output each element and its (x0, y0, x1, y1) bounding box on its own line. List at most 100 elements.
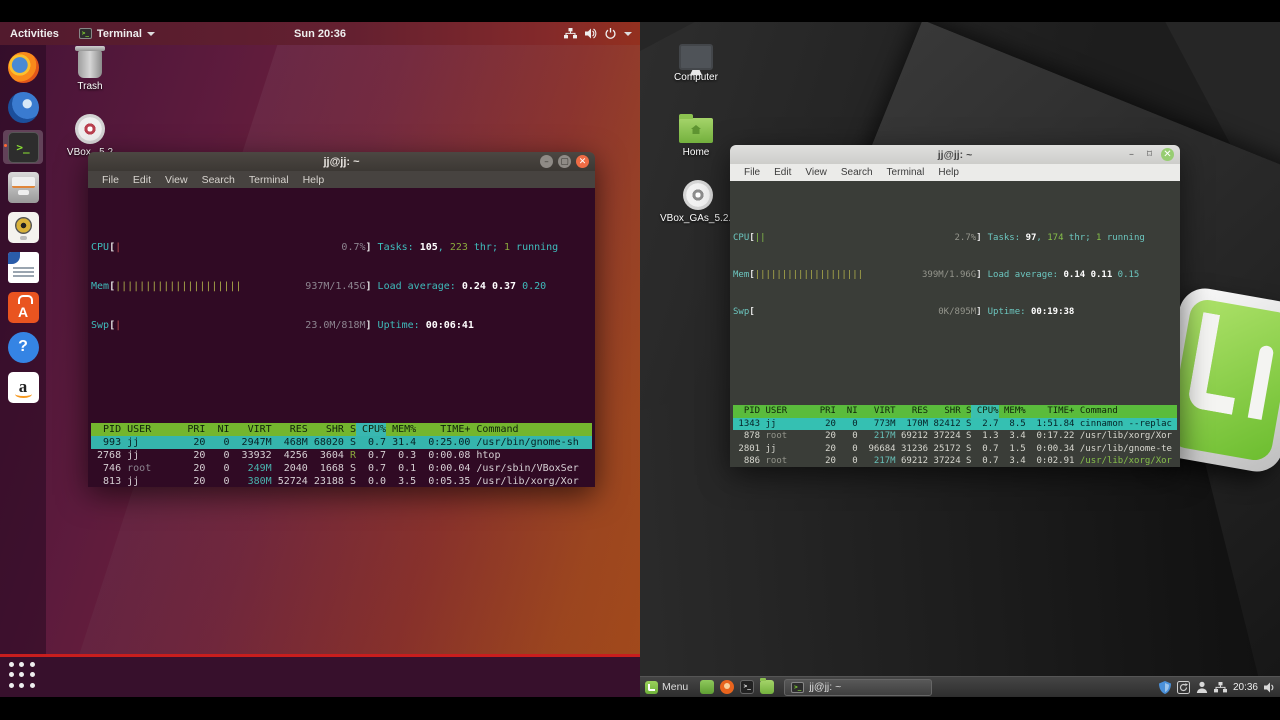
wallpaper-bottom-strip (0, 657, 640, 697)
close-button[interactable]: ✕ (1161, 148, 1174, 161)
ubuntu-dock: >_ A ? a (0, 45, 46, 654)
taskbar-clock[interactable]: 20:36 (1233, 682, 1258, 693)
thunderbird-icon (8, 92, 39, 123)
desktop-icon-home[interactable]: Home (668, 114, 724, 158)
mint-terminal-titlebar[interactable]: jj@jj: ~ – ⌑ ✕ (730, 145, 1180, 164)
ubuntu-terminal-content[interactable]: CPU[|0.7%] Mem[|||||||||||||||||||||937M… (88, 188, 595, 487)
menu-item-terminal[interactable]: Terminal (243, 174, 295, 186)
dock-item-terminal[interactable]: >_ (3, 130, 43, 164)
menu-item-search[interactable]: Search (196, 174, 241, 186)
uptime-line: Uptime: 00:19:38 (988, 306, 1177, 318)
tasks-line: Tasks: 97, 174 thr; 1 running (988, 232, 1177, 244)
ubuntu-desktop: Activities >_ Terminal Sun 20:36 >_ A ? (0, 22, 640, 697)
mem-meter: Mem[|||||||||||||||||||||937M/1.45G] (91, 280, 372, 293)
cpu-meter: CPU[||2.7%] (733, 232, 982, 244)
terminal-icon[interactable]: >_ (740, 680, 754, 694)
power-icon[interactable] (605, 28, 616, 39)
chevron-down-icon (624, 32, 632, 36)
close-button[interactable]: ✕ (576, 155, 589, 168)
firefox-icon (8, 52, 39, 83)
window-list-button[interactable]: >_ jj@jj: ~ (784, 679, 932, 696)
amazon-icon: a (8, 372, 39, 403)
menu-item-edit[interactable]: Edit (768, 167, 797, 178)
minimize-button[interactable]: – (540, 155, 553, 168)
menu-item-view[interactable]: View (159, 174, 194, 186)
files-icon[interactable] (760, 680, 774, 694)
computer-icon (679, 44, 713, 70)
menu-item-terminal[interactable]: Terminal (881, 167, 931, 178)
cd-disc-icon (683, 180, 713, 210)
terminal-icon: >_ (8, 132, 39, 163)
ubuntu-terminal-menubar: FileEditViewSearchTerminalHelp (88, 171, 595, 188)
network-icon[interactable] (1214, 682, 1227, 693)
desktop-icon-trash[interactable]: Trash (62, 50, 118, 92)
user-applet-icon[interactable] (1196, 681, 1208, 693)
network-icon[interactable] (564, 28, 577, 39)
process-table-header[interactable]: PID USER PRI NI VIRT RES SHR S CPU% MEM%… (733, 405, 1177, 417)
activities-button[interactable]: Activities (10, 28, 59, 40)
libreoffice-writer-icon (8, 252, 39, 283)
dock-item-thunderbird[interactable] (3, 90, 43, 124)
dock-item-libreoffice-writer[interactable] (3, 250, 43, 284)
cpu-meter: CPU[|0.7%] (91, 241, 372, 254)
menu-item-file[interactable]: File (738, 167, 766, 178)
volume-icon[interactable] (1264, 682, 1276, 693)
process-row: 993 jj 20 0 2947M 468M 68020 S 0.7 31.4 … (91, 436, 592, 449)
load-average-line: Load average: 0.24 0.37 0.20 (378, 280, 592, 293)
uptime-line: Uptime: 00:06:41 (378, 319, 592, 332)
dock-item-firefox[interactable] (3, 50, 43, 84)
show-desktop-icon[interactable] (700, 680, 714, 694)
process-table: PID USER PRI NI VIRT RES SHR S CPU% MEM%… (91, 423, 592, 487)
minimize-button[interactable]: – (1125, 148, 1138, 161)
process-row: 886 root 20 0 217M 69212 37224 S 0.7 3.4… (733, 455, 1177, 467)
dock-item-amazon[interactable]: a (3, 370, 43, 404)
home-folder-icon (679, 118, 713, 143)
show-applications-button[interactable] (9, 662, 37, 690)
process-row: 813 jj 20 0 380M 52724 23188 S 0.0 3.5 0… (91, 475, 592, 487)
maximize-button[interactable]: ⌑ (1143, 148, 1156, 161)
process-table-header[interactable]: PID USER PRI NI VIRT RES SHR S CPU% MEM%… (91, 423, 592, 436)
chevron-down-icon (147, 32, 155, 36)
menu-item-file[interactable]: File (96, 174, 125, 186)
menu-item-view[interactable]: View (799, 167, 833, 178)
maximize-button[interactable]: ▢ (558, 155, 571, 168)
cd-disc-icon (75, 114, 105, 144)
process-row: 878 root 20 0 217M 69212 37224 S 1.3 3.4… (733, 430, 1177, 442)
desktop-icon-computer[interactable]: Computer (668, 44, 724, 83)
dock-item-ubuntu-software[interactable]: A (3, 290, 43, 324)
ubuntu-software-icon: A (8, 292, 39, 323)
mem-meter: Mem[||||||||||||||||||||399M/1.96G] (733, 269, 982, 281)
dock-item-rhythmbox[interactable] (3, 210, 43, 244)
mint-taskbar: Menu >_ >_ jj@jj: ~ 20:36 (640, 676, 1280, 697)
process-row: 1343 jj 20 0 773M 170M 82412 S 2.7 8.5 1… (733, 418, 1177, 430)
desktop-icon-vbox-cd[interactable]: VBox_GAs_5.2.10 (660, 180, 736, 224)
app-menu-terminal[interactable]: >_ Terminal (79, 28, 155, 40)
menu-item-edit[interactable]: Edit (127, 174, 157, 186)
help-icon: ? (8, 332, 39, 363)
menu-item-help[interactable]: Help (297, 174, 331, 186)
mint-terminal-content[interactable]: CPU[||2.7%] Mem[||||||||||||||||||||399M… (730, 181, 1180, 467)
update-manager-icon[interactable] (1177, 681, 1190, 694)
window-title: jj@jj: ~ (323, 156, 359, 168)
dock-item-help[interactable]: ? (3, 330, 43, 364)
menu-item-search[interactable]: Search (835, 167, 879, 178)
swap-meter: Swp[|23.0M/818M] (91, 319, 372, 332)
mint-logo-icon (645, 681, 658, 694)
process-row: 746 root 20 0 249M 2040 1668 S 0.7 0.1 0… (91, 462, 592, 475)
volume-icon[interactable] (585, 28, 597, 39)
window-title: jj@jj: ~ (938, 149, 972, 161)
menu-item-help[interactable]: Help (932, 167, 965, 178)
dock-item-files[interactable] (3, 170, 43, 204)
trash-icon (78, 50, 102, 78)
files-icon (8, 172, 39, 203)
firefox-icon[interactable] (720, 680, 734, 694)
tasks-line: Tasks: 105, 223 thr; 1 running (378, 241, 592, 254)
terminal-icon: >_ (79, 28, 92, 39)
firewall-shield-icon[interactable] (1159, 681, 1171, 694)
screen: Activities >_ Terminal Sun 20:36 >_ A ? (0, 0, 1280, 720)
mint-menu-button[interactable]: Menu (640, 677, 696, 697)
mint-terminal-window: jj@jj: ~ – ⌑ ✕ FileEditViewSearchTermina… (730, 145, 1180, 467)
rhythmbox-icon (8, 212, 39, 243)
ubuntu-terminal-titlebar[interactable]: jj@jj: ~ – ▢ ✕ (88, 152, 595, 171)
mint-terminal-menubar: FileEditViewSearchTerminalHelp (730, 164, 1180, 181)
